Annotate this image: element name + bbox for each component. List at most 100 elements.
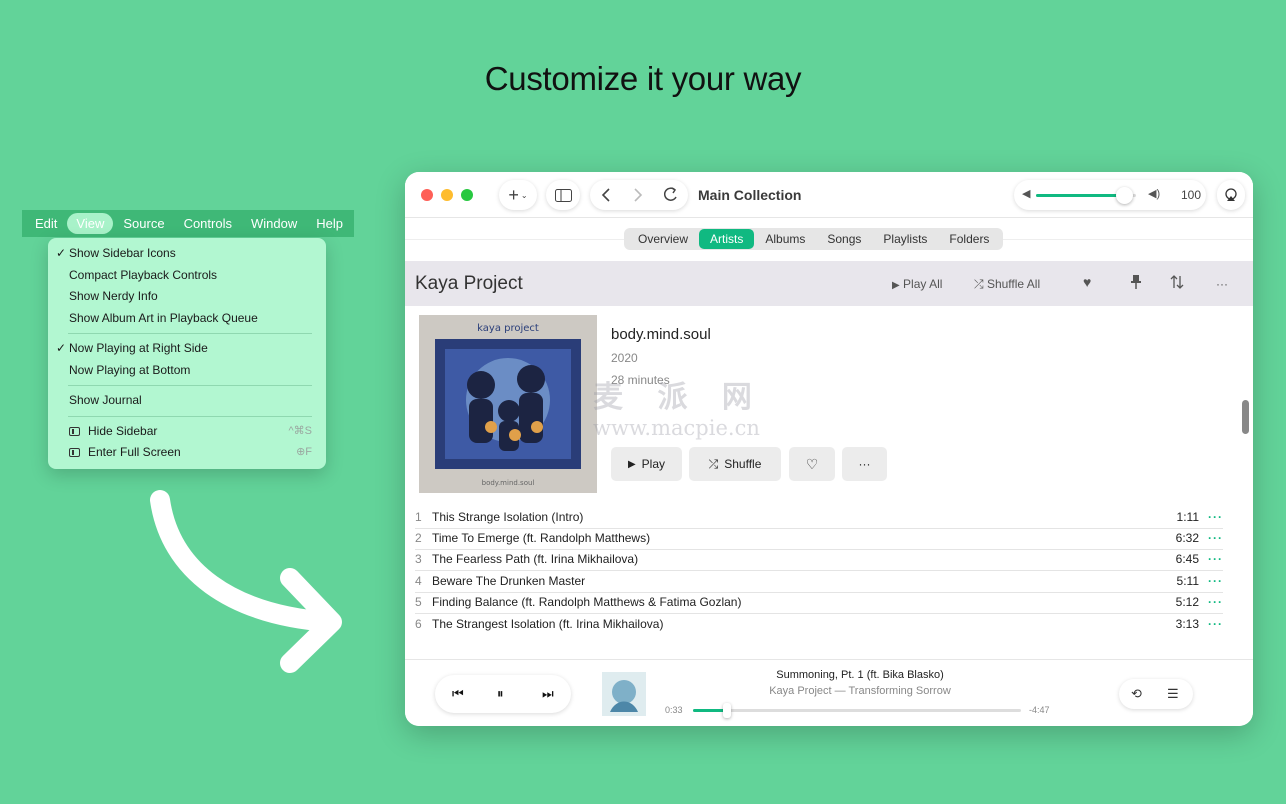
elapsed-time: 0:33 xyxy=(665,705,683,715)
volume-knob[interactable] xyxy=(1116,187,1133,204)
menu-item-label: Show Album Art in Playback Queue xyxy=(69,310,258,325)
progress-knob[interactable] xyxy=(723,703,732,718)
chevron-down-icon: ⌄ xyxy=(520,190,528,200)
more-options-button[interactable]: ··· xyxy=(1216,277,1228,291)
now-playing-artwork[interactable] xyxy=(602,672,646,716)
tab-artists[interactable]: Artists xyxy=(699,229,755,249)
tab-albums[interactable]: Albums xyxy=(754,229,816,249)
track-more-icon[interactable]: ··· xyxy=(1208,507,1223,528)
menu-item-label: Show Journal xyxy=(69,393,142,407)
tab-playlists[interactable]: Playlists xyxy=(872,229,938,249)
close-window-button[interactable] xyxy=(421,189,433,201)
favorite-button[interactable]: ♥ xyxy=(1083,274,1091,290)
now-playing-title: Summoning, Pt. 1 (ft. Bika Blasko) xyxy=(776,669,944,681)
track-duration: 5:12 xyxy=(1175,595,1199,609)
play-icon: ▶ xyxy=(627,458,636,470)
menu-item-full-screen[interactable]: Enter Full Screen ⊕F xyxy=(48,442,326,464)
shuffle-label: Shuffle xyxy=(724,457,762,471)
track-duration: 1:11 xyxy=(1176,510,1199,524)
favorite-album-button[interactable]: ♡ xyxy=(789,447,835,481)
sidebar-toggle-button[interactable] xyxy=(546,180,580,210)
shuffle-icon: ⤮ xyxy=(974,277,984,291)
menu-item-show-sidebar-icons[interactable]: ✓ Show Sidebar Icons xyxy=(48,243,326,265)
sort-icon xyxy=(1170,275,1184,289)
scrollbar-thumb[interactable] xyxy=(1242,400,1249,434)
track-title: The Strangest Isolation (ft. Irina Mikha… xyxy=(432,617,664,631)
curved-arrow-icon xyxy=(150,490,342,673)
progress-slider[interactable] xyxy=(693,703,1021,718)
track-more-icon[interactable]: ··· xyxy=(1208,571,1223,592)
ellipsis-icon: ··· xyxy=(858,457,871,471)
sidebar-icon xyxy=(554,188,572,202)
pin-icon xyxy=(1131,275,1141,289)
menu-item-label: Show Nerdy Info xyxy=(69,289,158,303)
menu-item-album-art-queue[interactable]: Show Album Art in Playback Queue xyxy=(48,308,326,330)
menu-source[interactable]: Source xyxy=(114,213,173,234)
queue-list-icon[interactable]: ☰ xyxy=(1167,686,1179,702)
shortcut-label: ^⌘S xyxy=(288,424,313,437)
menu-edit[interactable]: Edit xyxy=(26,213,66,234)
add-button[interactable]: + ⌄ xyxy=(499,180,537,210)
menu-item-now-playing-bottom[interactable]: Now Playing at Bottom xyxy=(48,360,326,382)
shuffle-icon: ⤮ xyxy=(708,456,719,471)
back-icon xyxy=(601,188,610,202)
track-more-icon[interactable]: ··· xyxy=(1208,549,1223,570)
menu-item-hide-sidebar[interactable]: Hide Sidebar ^⌘S xyxy=(48,421,326,443)
menu-item-nerdy-info[interactable]: Show Nerdy Info xyxy=(48,286,326,308)
track-more-icon[interactable]: ··· xyxy=(1208,614,1223,635)
mini-artwork xyxy=(602,672,646,716)
shuffle-album-button[interactable]: ⤮ Shuffle xyxy=(689,447,781,481)
menu-window[interactable]: Window xyxy=(242,213,306,234)
volume-fill xyxy=(1036,194,1124,197)
menu-item-compact-playback[interactable]: Compact Playback Controls xyxy=(48,265,326,287)
pause-button[interactable]: ⏸ xyxy=(497,686,504,702)
tab-overview[interactable]: Overview xyxy=(627,229,699,249)
sort-button[interactable] xyxy=(1170,275,1184,292)
shuffle-all-button[interactable]: ⤮ Shuffle All xyxy=(974,277,1040,292)
track-title: Beware The Drunken Master xyxy=(432,574,586,588)
zoom-window-button[interactable] xyxy=(461,189,473,201)
menu-help[interactable]: Help xyxy=(307,213,352,234)
checkmark-icon: ✓ xyxy=(56,246,67,260)
track-number: 6 xyxy=(415,617,422,631)
play-all-button[interactable]: ▶ Play All xyxy=(892,277,942,291)
play-album-button[interactable]: ▶ Play xyxy=(611,447,682,481)
heart-icon: ♥ xyxy=(1083,274,1092,290)
menu-item-show-journal[interactable]: Show Journal xyxy=(48,390,326,412)
cover-subtitle-text: body.mind.soul xyxy=(482,479,535,487)
track-row[interactable]: 6 The Strangest Isolation (ft. Irina Mikh… xyxy=(415,614,1223,635)
track-row[interactable]: 5 Finding Balance (ft. Randolph Matthews … xyxy=(415,592,1223,614)
track-more-icon[interactable]: ··· xyxy=(1208,528,1223,549)
track-number: 1 xyxy=(415,510,422,524)
pin-button[interactable] xyxy=(1130,275,1142,292)
menu-item-label: Show Sidebar Icons xyxy=(69,246,176,260)
minimize-window-button[interactable] xyxy=(441,189,453,201)
airplay-button[interactable] xyxy=(1217,180,1245,210)
tab-folders[interactable]: Folders xyxy=(938,229,1000,249)
track-row[interactable]: 3 The Fearless Path (ft. Irina Mikhailova… xyxy=(415,549,1223,571)
fullscreen-icon xyxy=(69,448,80,457)
track-row[interactable]: 1 This Strange Isolation (Intro) 1:11 ··· xyxy=(415,507,1223,529)
previous-track-button[interactable]: ⏮ xyxy=(452,686,464,702)
sidebar-icon xyxy=(69,426,80,436)
album-cover[interactable]: kaya project body.mind.soul xyxy=(419,315,597,493)
menu-separator xyxy=(68,385,312,386)
track-more-icon[interactable]: ··· xyxy=(1208,592,1223,613)
menu-item-now-playing-right[interactable]: ✓ Now Playing at Right Side xyxy=(48,338,326,360)
nav-button-group xyxy=(590,180,688,210)
play-all-label: Play All xyxy=(903,277,943,291)
shuffle-all-label: Shuffle All xyxy=(986,277,1041,291)
tab-bar: Overview Artists Albums Songs Playlists … xyxy=(624,228,1004,250)
track-row[interactable]: 4 Beware The Drunken Master 5:11 ··· xyxy=(415,571,1223,593)
tab-songs[interactable]: Songs xyxy=(816,229,872,249)
checkmark-icon: ✓ xyxy=(56,341,67,355)
repeat-icon[interactable]: ⟲ xyxy=(1131,686,1142,702)
menu-view[interactable]: View xyxy=(67,213,114,234)
album-more-button[interactable]: ··· xyxy=(842,447,887,481)
menu-controls[interactable]: Controls xyxy=(175,213,241,234)
track-row[interactable]: 2 Time To Emerge (ft. Randolph Matthews) 6… xyxy=(415,528,1223,550)
next-track-button[interactable]: ⏭ xyxy=(542,686,554,702)
menu-item-label: Now Playing at Bottom xyxy=(69,362,191,377)
volume-slider[interactable] xyxy=(1036,187,1136,204)
watermark-url: www.macpie.cn xyxy=(593,416,760,440)
